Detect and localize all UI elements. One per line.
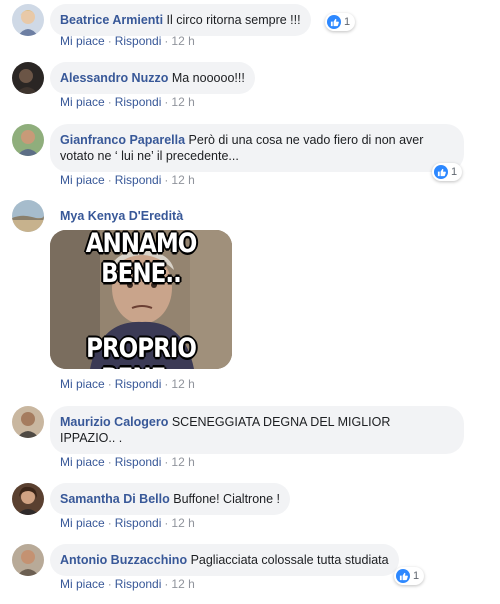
like-link[interactable]: Mi piace: [60, 455, 105, 469]
thumbs-up-icon: [434, 165, 448, 179]
reply-link[interactable]: Rispondi: [115, 516, 162, 530]
meme-caption-top: ANNAMO BENE..: [85, 230, 198, 289]
comment-text-line-1: SCENEGGIATA DEGNA DEL MIGLIOR: [171, 415, 391, 429]
reaction-number: 1: [413, 570, 420, 582]
author-name[interactable]: Beatrice Armienti: [60, 13, 163, 27]
reply-link[interactable]: Rispondi: [115, 455, 162, 469]
separator: ·: [164, 95, 169, 109]
avatar[interactable]: [12, 200, 44, 232]
separator: ·: [164, 34, 169, 48]
comment-text-line-1: Però di una cosa ne vado fiero di non av…: [188, 133, 424, 147]
comment-actions: Mi piace · Rispondi · 12 h: [60, 577, 195, 591]
comment-text: Ma nooooo!!!: [171, 71, 245, 85]
separator: ·: [107, 173, 112, 187]
timestamp[interactable]: 12 h: [171, 95, 194, 109]
separator: ·: [107, 577, 112, 591]
comment-actions: Mi piace · Rispondi · 12 h: [60, 34, 195, 48]
comment-image[interactable]: ANNAMO BENE.. PROPRIO BENE..: [50, 230, 232, 369]
timestamp[interactable]: 12 h: [171, 577, 194, 591]
comment-actions: Mi piace · Rispondi · 12 h: [60, 95, 195, 109]
separator: ·: [107, 34, 112, 48]
separator: ·: [164, 455, 169, 469]
reply-link[interactable]: Rispondi: [115, 34, 162, 48]
reaction-count[interactable]: 1: [432, 163, 463, 181]
thumbs-up-icon: [396, 569, 410, 583]
meme-caption-bottom: PROPRIO BENE..: [86, 334, 197, 369]
comment-bubble: Antonio Buzzacchino Pagliacciata colossa…: [50, 544, 399, 576]
author-name[interactable]: Maurizio Calogero: [60, 415, 168, 429]
like-link[interactable]: Mi piace: [60, 173, 105, 187]
reply-link[interactable]: Rispondi: [115, 577, 162, 591]
author-name[interactable]: Samantha Di Bello: [60, 492, 170, 506]
reply-link[interactable]: Rispondi: [115, 173, 162, 187]
like-link[interactable]: Mi piace: [60, 34, 105, 48]
author-name[interactable]: Alessandro Nuzzo: [60, 71, 168, 85]
reply-link[interactable]: Rispondi: [115, 95, 162, 109]
comment-text-line-2: votato ne ‘ lui ne’ il precedente...: [60, 149, 239, 163]
separator: ·: [164, 516, 169, 530]
comment-actions: Mi piace · Rispondi · 12 h: [60, 516, 195, 530]
timestamp[interactable]: 12 h: [171, 455, 194, 469]
reaction-count[interactable]: 1: [325, 13, 356, 31]
reaction-count[interactable]: 1: [394, 567, 425, 585]
separator: ·: [164, 377, 169, 391]
like-link[interactable]: Mi piace: [60, 516, 105, 530]
reply-link[interactable]: Rispondi: [115, 377, 162, 391]
timestamp[interactable]: 12 h: [171, 516, 194, 530]
separator: ·: [107, 455, 112, 469]
comment-bubble: Maurizio Calogero SCENEGGIATA DEGNA DEL …: [50, 406, 464, 454]
comment-bubble: Alessandro Nuzzo Ma nooooo!!!: [50, 62, 255, 94]
comment-actions: Mi piace · Rispondi · 12 h: [60, 455, 195, 469]
avatar[interactable]: [12, 4, 44, 36]
comment-bubble: Samantha Di Bello Buffone! Cialtrone !: [50, 483, 291, 515]
comment-text: Il circo ritorna sempre !!!: [166, 13, 301, 27]
avatar[interactable]: [12, 124, 44, 156]
like-link[interactable]: Mi piace: [60, 577, 105, 591]
separator: ·: [107, 377, 112, 391]
thumbs-up-icon: [327, 15, 341, 29]
reaction-number: 1: [344, 16, 351, 28]
separator: ·: [164, 173, 169, 187]
comment-text: Pagliacciata colossale tutta studiata: [190, 553, 389, 567]
avatar[interactable]: [12, 544, 44, 576]
author-name[interactable]: Mya Kenya D'Eredità: [60, 209, 183, 223]
comment-bubble: Gianfranco Paparella Però di una cosa ne…: [50, 124, 464, 172]
avatar[interactable]: [12, 483, 44, 515]
comment-actions: Mi piace · Rispondi · 12 h: [60, 173, 195, 187]
separator: ·: [107, 95, 112, 109]
comment-text: Buffone! Cialtrone !: [173, 492, 281, 506]
comment-bubble: Beatrice Armienti Il circo ritorna sempr…: [50, 4, 311, 36]
timestamp[interactable]: 12 h: [171, 377, 194, 391]
like-link[interactable]: Mi piace: [60, 95, 105, 109]
avatar[interactable]: [12, 62, 44, 94]
timestamp[interactable]: 12 h: [171, 173, 194, 187]
author-name[interactable]: Antonio Buzzacchino: [60, 553, 187, 567]
like-link[interactable]: Mi piace: [60, 377, 105, 391]
separator: ·: [107, 516, 112, 530]
timestamp[interactable]: 12 h: [171, 34, 194, 48]
comment-actions: Mi piace · Rispondi · 12 h: [60, 377, 195, 391]
reaction-number: 1: [451, 166, 458, 178]
separator: ·: [164, 577, 169, 591]
comment-text-line-2: IPPAZIO.. .: [60, 431, 123, 445]
avatar[interactable]: [12, 406, 44, 438]
author-name[interactable]: Gianfranco Paparella: [60, 133, 185, 147]
